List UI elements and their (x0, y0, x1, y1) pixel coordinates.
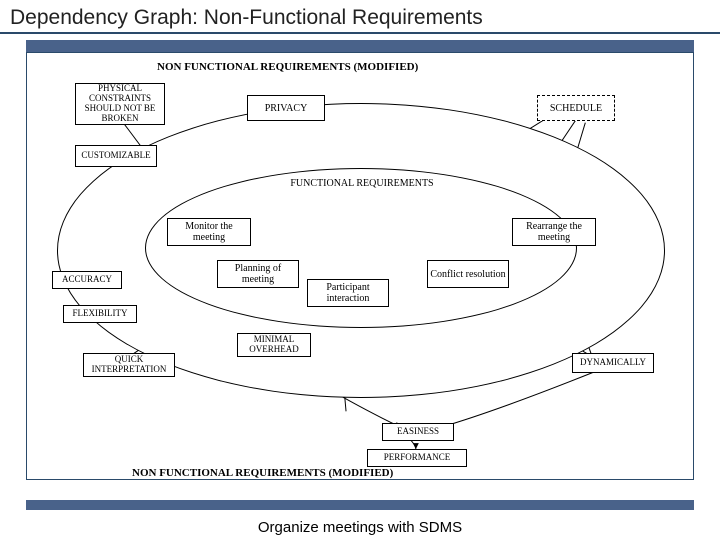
node-dynamically: DYNAMICALLY (572, 353, 654, 373)
node-participant-interaction: Participant interaction (307, 279, 389, 307)
node-schedule: SCHEDULE (537, 95, 615, 121)
node-accuracy: ACCURACY (52, 271, 122, 289)
node-customizable: CUSTOMIZABLE (75, 145, 157, 167)
node-privacy: PRIVACY (247, 95, 325, 121)
node-flexibility: FLEXIBILITY (63, 305, 137, 323)
diagram-frame: NON FUNCTIONAL REQUIREMENTS (MODIFIED) F… (26, 52, 694, 480)
node-performance: PERFORMANCE (367, 449, 467, 467)
inner-ellipse-label: FUNCTIONAL REQUIREMENTS (287, 178, 437, 189)
node-monitor-meeting: Monitor the meeting (167, 218, 251, 246)
page-title: Dependency Graph: Non-Functional Require… (0, 0, 720, 34)
node-planning-meeting: Planning of meeting (217, 260, 299, 288)
heading-top: NON FUNCTIONAL REQUIREMENTS (MODIFIED) (157, 61, 418, 73)
frame-band-top (26, 40, 694, 52)
node-easiness: EASINESS (382, 423, 454, 441)
node-conflict-resolution: Conflict resolution (427, 260, 509, 288)
node-quick-interpretation: QUICK INTERPRETATION (83, 353, 175, 377)
frame-band-bottom (26, 500, 694, 510)
node-minimal-overhead: MINIMAL OVERHEAD (237, 333, 311, 357)
node-physical-constraints: PHYSICAL CONSTRAINTS SHOULD NOT BE BROKE… (75, 83, 165, 125)
node-rearrange-meeting: Rearrange the meeting (512, 218, 596, 246)
heading-bottom: NON FUNCTIONAL REQUIREMENTS (MODIFIED) (132, 467, 393, 479)
slide-caption: Organize meetings with SDMS (0, 519, 720, 536)
